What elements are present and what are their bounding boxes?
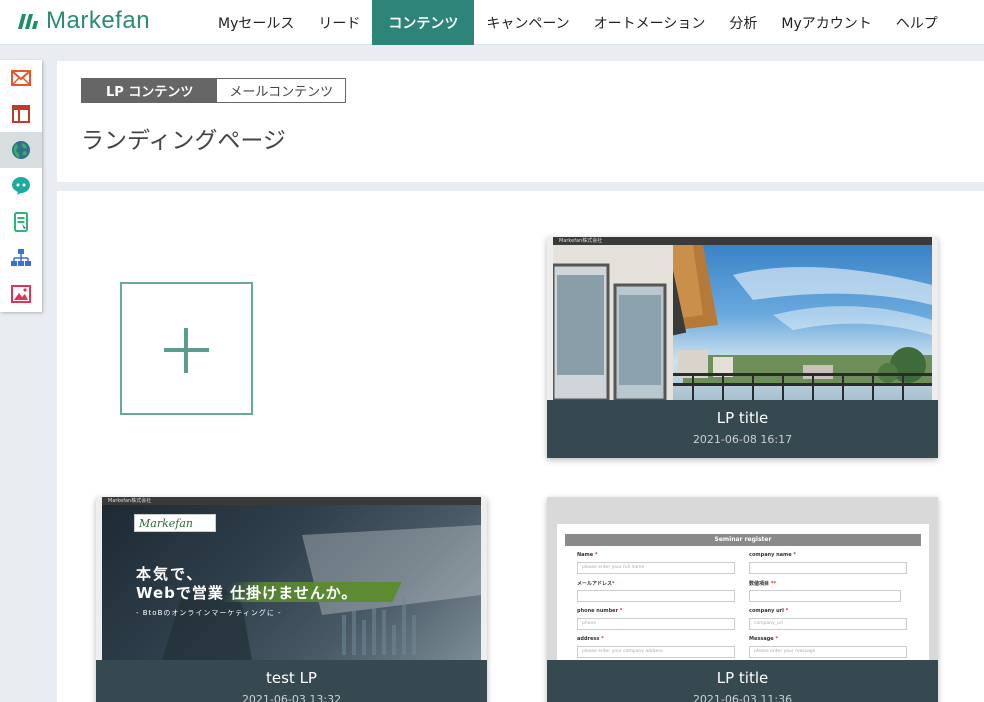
lp-thumbnail: Markefan株式会社 Markefan 本気で、 Webで営業 仕掛けません… — [96, 497, 487, 660]
lp-date: 2021-06-03 13:32 — [241, 693, 342, 702]
main-nav: Myセールス リード コンテンツ キャンペーン オートメーション 分析 Myアカ… — [206, 0, 950, 45]
form-input: company_url — [749, 618, 907, 630]
logo-text: Markefan — [46, 7, 151, 34]
nav-item-campaigns[interactable]: キャンペーン — [474, 0, 581, 45]
sidebar-item-chat[interactable] — [0, 168, 42, 204]
sidebar-item-sitemap[interactable] — [0, 240, 42, 276]
lp-caption: LP title 2021-06-03 11:36 — [547, 660, 938, 702]
form-label: company url * — [749, 608, 789, 614]
form-input: please enter your company address — [577, 646, 735, 658]
lp-title: LP title — [716, 669, 769, 687]
tab-lp-contents[interactable]: LP コンテンツ — [82, 79, 218, 102]
layout-icon — [12, 105, 30, 123]
thumbnail-header: Markefan株式会社 — [553, 237, 932, 245]
globe-icon — [12, 141, 30, 159]
sidebar-item-layout[interactable] — [0, 96, 42, 132]
nav-item-my-account[interactable]: Myアカウント — [769, 0, 883, 45]
logo-mark-icon — [17, 13, 40, 29]
sidebar-item-images[interactable] — [0, 276, 42, 312]
form-input — [749, 562, 907, 574]
lp-title: LP title — [716, 409, 769, 427]
form-sheet: Seminar register Name * please enter you… — [557, 524, 929, 660]
lp-date: 2021-06-03 11:36 — [692, 693, 793, 702]
content-type-sidebar — [0, 60, 42, 312]
form-label: company name * — [749, 552, 797, 558]
lp-caption: LP title 2021-06-08 16:17 — [547, 400, 938, 458]
lp-caption: test LP 2021-06-03 13:32 — [96, 660, 487, 702]
hero-logo: Markefan — [134, 514, 216, 532]
lp-card[interactable]: Seminar register Name * please enter you… — [547, 497, 938, 702]
form-preview: Seminar register Name * please enter you… — [547, 497, 938, 660]
nav-item-analytics[interactable]: 分析 — [717, 0, 769, 45]
form-label: Message * — [749, 636, 779, 642]
add-landing-page-button[interactable] — [120, 282, 253, 415]
house-photo — [553, 245, 932, 400]
sitemap-icon — [11, 249, 31, 266]
nav-item-contents[interactable]: コンテンツ — [372, 0, 475, 45]
chat-icon — [12, 177, 30, 195]
landing-page-grid: Markefan株式会社 LP title 2021-06-08 16:17 M… — [57, 191, 984, 702]
form-label: address * — [577, 636, 604, 642]
hero-banner: Markefan 本気で、 Webで営業 仕掛けませんか。 - BtoBのオンラ… — [102, 505, 481, 660]
page-title: ランディングページ — [81, 128, 286, 154]
top-navigation-bar: Markefan Myセールス リード コンテンツ キャンペーン オートメーショ… — [0, 0, 984, 45]
mail-icon — [11, 70, 31, 86]
content-tabs: LP コンテンツ メールコンテンツ — [81, 78, 347, 103]
form-label: メールアドレス* — [577, 581, 615, 587]
form-input — [577, 590, 735, 602]
form-heading: Seminar register — [565, 534, 921, 546]
page-header-panel: LP コンテンツ メールコンテンツ ランディングページ — [57, 61, 984, 182]
form-input — [749, 590, 901, 602]
hero-headline-2: Webで営業 仕掛けませんか。 — [136, 584, 358, 602]
image-icon — [11, 285, 31, 303]
form-input: please enter your message — [749, 646, 907, 658]
form-input: please enter your full name — [577, 562, 735, 574]
hero-headline-1: 本気で、 — [136, 565, 204, 583]
lp-date: 2021-06-08 16:17 — [692, 433, 793, 446]
nav-item-leads[interactable]: リード — [306, 0, 372, 45]
form-label: phone number * — [577, 608, 623, 614]
lp-card[interactable]: Markefan株式会社 Markefan 本気で、 Webで営業 仕掛けません… — [96, 497, 487, 702]
tab-mail-contents[interactable]: メールコンテンツ — [217, 79, 346, 102]
thumbnail-header: Markefan株式会社 — [102, 497, 481, 505]
nav-item-my-sales[interactable]: Myセールス — [206, 0, 306, 45]
lp-thumbnail: Markefan株式会社 — [547, 237, 938, 400]
nav-item-help[interactable]: ヘルプ — [884, 0, 950, 45]
mobile-form-icon — [14, 212, 28, 232]
nav-item-automation[interactable]: オートメーション — [582, 0, 718, 45]
lp-thumbnail: Seminar register Name * please enter you… — [547, 497, 938, 660]
lp-title: test LP — [266, 669, 317, 687]
form-input: phone — [577, 618, 735, 630]
form-label: Name * — [577, 552, 598, 558]
lp-card[interactable]: Markefan株式会社 LP title 2021-06-08 16:17 — [547, 237, 938, 458]
markefan-logo[interactable]: Markefan — [17, 6, 151, 36]
form-label: 数値項目 ** — [749, 581, 776, 587]
sidebar-item-landing-pages[interactable] — [0, 132, 42, 168]
sidebar-item-mail[interactable] — [0, 60, 42, 96]
hero-subline: - BtoBのオンラインマーケティングに - — [136, 609, 282, 617]
sidebar-item-mobile-form[interactable] — [0, 204, 42, 240]
